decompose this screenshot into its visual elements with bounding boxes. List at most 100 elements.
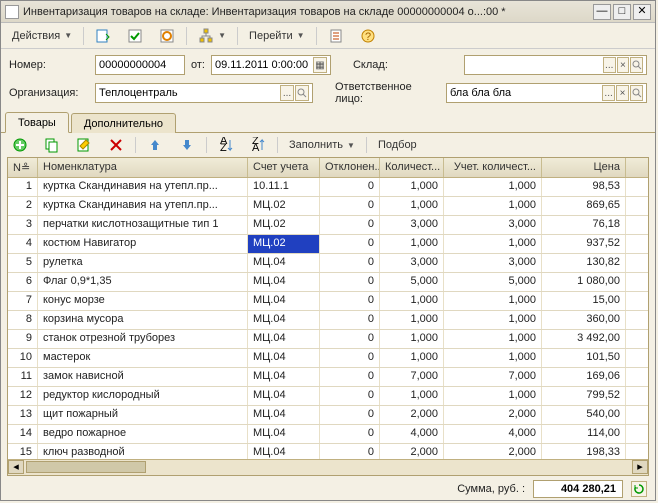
search-icon[interactable] [630,57,643,73]
cell-acc-quantity[interactable]: 1,000 [444,387,542,405]
col-account[interactable]: Счет учета [248,158,320,177]
cell-acc-quantity[interactable]: 1,000 [444,197,542,215]
cell-price[interactable]: 799,52 [542,387,626,405]
cell-acc-quantity[interactable]: 2,000 [444,406,542,424]
clear-icon[interactable]: × [616,85,629,101]
resp-input[interactable] [450,87,601,99]
cell-index[interactable]: 13 [8,406,38,424]
table-row[interactable]: 14ведро пожарноеМЦ.0404,0004,000114,00 [8,425,648,444]
cell-account[interactable]: МЦ.02 [248,197,320,215]
cell-account[interactable]: МЦ.02 [248,216,320,234]
cell-acc-quantity[interactable]: 1,000 [444,235,542,253]
cell-account[interactable]: МЦ.04 [248,273,320,291]
cell-index[interactable]: 9 [8,330,38,348]
cell-account[interactable]: МЦ.04 [248,406,320,424]
select-icon[interactable]: ... [280,85,294,101]
select-icon[interactable]: ... [603,57,616,73]
post-button[interactable] [120,26,150,46]
table-row[interactable]: 7конус морзеМЦ.0401,0001,00015,00 [8,292,648,311]
select-icon[interactable]: ... [602,85,615,101]
cell-quantity[interactable]: 1,000 [380,235,444,253]
move-down-button[interactable] [172,135,202,155]
cell-index[interactable]: 3 [8,216,38,234]
cell-deviation[interactable]: 0 [320,273,380,291]
table-row[interactable]: 11замок нависнойМЦ.0407,0007,000169,06 [8,368,648,387]
cell-acc-quantity[interactable]: 4,000 [444,425,542,443]
maximize-button[interactable]: □ [613,4,631,20]
horizontal-scrollbar[interactable]: ◂ ▸ [8,459,648,475]
cell-index[interactable]: 5 [8,254,38,272]
cell-quantity[interactable]: 3,000 [380,216,444,234]
table-row[interactable]: 8корзина мусораМЦ.0401,0001,000360,00 [8,311,648,330]
search-icon[interactable] [295,85,309,101]
cell-index[interactable]: 2 [8,197,38,215]
cell-price[interactable]: 1 080,00 [542,273,626,291]
cell-index[interactable]: 1 [8,178,38,196]
cell-quantity[interactable]: 1,000 [380,178,444,196]
add-row-button[interactable] [5,135,35,155]
move-up-button[interactable] [140,135,170,155]
cell-nomenclature[interactable]: Флаг 0,9*1,35 [38,273,248,291]
cell-price[interactable]: 130,82 [542,254,626,272]
fill-menu[interactable]: Заполнить▼ [282,135,362,155]
cell-acc-quantity[interactable]: 3,000 [444,254,542,272]
cell-account[interactable]: МЦ.04 [248,311,320,329]
cell-account[interactable]: МЦ.04 [248,349,320,367]
cell-quantity[interactable]: 1,000 [380,311,444,329]
actions-menu[interactable]: Действия▼ [5,26,79,46]
cell-deviation[interactable]: 0 [320,368,380,386]
report-button[interactable] [321,26,351,46]
cell-price[interactable]: 15,00 [542,292,626,310]
cell-index[interactable]: 6 [8,273,38,291]
cell-deviation[interactable]: 0 [320,330,380,348]
cell-acc-quantity[interactable]: 7,000 [444,368,542,386]
minimize-button[interactable]: — [593,4,611,20]
cell-price[interactable]: 3 492,00 [542,330,626,348]
table-row[interactable]: 6Флаг 0,9*1,35МЦ.0405,0005,0001 080,00 [8,273,648,292]
scroll-right-icon[interactable]: ▸ [632,460,648,474]
cell-account[interactable]: МЦ.04 [248,368,320,386]
table-row[interactable]: 9станок отрезной труборезМЦ.0401,0001,00… [8,330,648,349]
col-quantity[interactable]: Количест... [380,158,444,177]
cell-nomenclature[interactable]: станок отрезной труборез [38,330,248,348]
cell-nomenclature[interactable]: редуктор кислородный [38,387,248,405]
col-number[interactable]: N≗ [8,158,38,177]
cell-index[interactable]: 7 [8,292,38,310]
cell-quantity[interactable]: 1,000 [380,330,444,348]
cell-quantity[interactable]: 7,000 [380,368,444,386]
cell-nomenclature[interactable]: корзина мусора [38,311,248,329]
cell-quantity[interactable]: 3,000 [380,254,444,272]
help-button[interactable]: ? [353,26,383,46]
cell-deviation[interactable]: 0 [320,235,380,253]
cell-deviation[interactable]: 0 [320,349,380,367]
cell-nomenclature[interactable]: куртка Скандинавия на утепл.пр... [38,178,248,196]
tab-extra[interactable]: Дополнительно [71,113,176,133]
cell-quantity[interactable]: 2,000 [380,406,444,424]
cell-acc-quantity[interactable]: 1,000 [444,311,542,329]
cell-account[interactable]: МЦ.04 [248,425,320,443]
cell-nomenclature[interactable]: щит пожарный [38,406,248,424]
cell-deviation[interactable]: 0 [320,406,380,424]
sort-desc-button[interactable]: ZA [243,135,273,155]
cell-acc-quantity[interactable]: 1,000 [444,349,542,367]
table-row[interactable]: 10мастерокМЦ.0401,0001,000101,50 [8,349,648,368]
cell-acc-quantity[interactable]: 3,000 [444,216,542,234]
cell-price[interactable]: 101,50 [542,349,626,367]
cell-index[interactable]: 8 [8,311,38,329]
table-row[interactable]: 13щит пожарныйМЦ.0402,0002,000540,00 [8,406,648,425]
table-row[interactable]: 4костюм НавигаторМЦ.0201,0001,000937,52 [8,235,648,254]
org-input[interactable] [99,87,279,99]
col-deviation[interactable]: Отклонен... [320,158,380,177]
cell-index[interactable]: 4 [8,235,38,253]
cell-account[interactable]: МЦ.02 [248,235,320,253]
cell-quantity[interactable]: 5,000 [380,273,444,291]
cell-nomenclature[interactable]: костюм Навигатор [38,235,248,253]
cell-index[interactable]: 11 [8,368,38,386]
cell-quantity[interactable]: 1,000 [380,387,444,405]
cell-account[interactable]: МЦ.04 [248,254,320,272]
cell-deviation[interactable]: 0 [320,216,380,234]
structure-button[interactable]: ▼ [191,26,233,46]
scroll-left-icon[interactable]: ◂ [8,460,24,474]
cell-quantity[interactable]: 4,000 [380,425,444,443]
cell-quantity[interactable]: 1,000 [380,349,444,367]
